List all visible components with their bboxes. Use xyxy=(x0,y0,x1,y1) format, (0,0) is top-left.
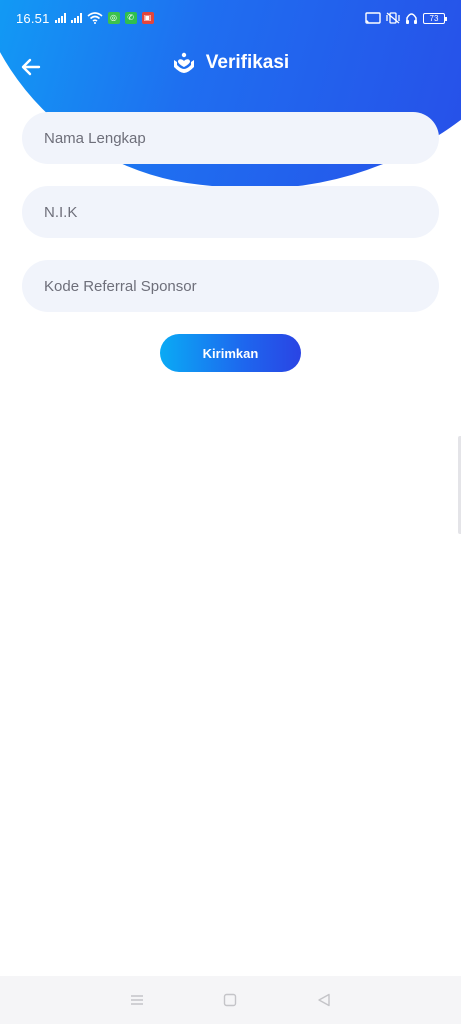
headphones-icon xyxy=(406,12,417,24)
battery-icon: 73 xyxy=(423,12,447,24)
status-bar: 16.51 ◎ ✆ ▣ 73 xyxy=(0,0,461,36)
full-name-input[interactable] xyxy=(22,112,439,164)
signal-icon xyxy=(70,13,82,23)
triangle-back-icon xyxy=(318,993,330,1007)
status-time: 16.51 xyxy=(16,10,50,26)
wifi-icon xyxy=(87,12,103,24)
cast-icon xyxy=(365,12,381,24)
menu-icon xyxy=(130,995,143,1005)
system-nav-bar xyxy=(0,976,461,1024)
app-notification-icon: ▣ xyxy=(141,12,154,24)
nik-input[interactable] xyxy=(22,186,439,238)
signal-icon xyxy=(54,13,66,23)
submit-button[interactable]: Kirimkan xyxy=(160,334,301,372)
referral-code-input[interactable] xyxy=(22,260,439,312)
app-notification-icon: ◎ xyxy=(107,12,120,24)
title-group: Verifikasi xyxy=(0,52,461,74)
page-title: Verifikasi xyxy=(205,52,290,73)
back-nav-button[interactable] xyxy=(304,980,344,1020)
hands-heart-icon xyxy=(173,52,194,73)
status-left: 16.51 ◎ ✆ ▣ xyxy=(16,11,154,26)
menu-button[interactable] xyxy=(117,980,157,1020)
status-right: 73 xyxy=(365,12,447,25)
home-button[interactable] xyxy=(210,980,250,1020)
vibrate-off-icon xyxy=(386,12,400,24)
app-bar: Verifikasi xyxy=(0,44,461,90)
whatsapp-icon: ✆ xyxy=(124,12,137,24)
square-icon xyxy=(224,993,237,1007)
verification-screen: 16.51 ◎ ✆ ▣ 73 Verifikasi Nama Lengkap N… xyxy=(0,0,461,1024)
